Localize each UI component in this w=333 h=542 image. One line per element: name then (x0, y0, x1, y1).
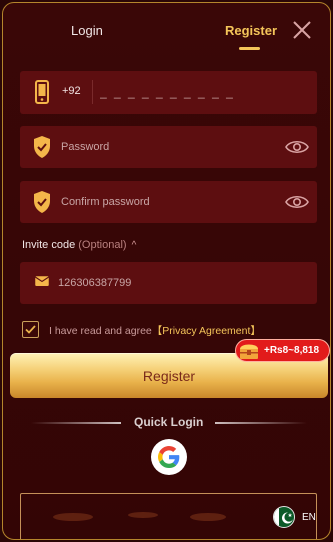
decorative-pattern (53, 512, 226, 521)
invite-code-input[interactable] (58, 270, 268, 296)
invite-label-text: Invite code (22, 239, 76, 251)
treasure-chest-icon (240, 344, 258, 359)
agreement-label: I have read and agree (49, 325, 152, 337)
shield-check-icon (34, 191, 50, 213)
pakistan-flag-icon (273, 506, 295, 528)
confirm-password-input[interactable] (61, 189, 271, 215)
divider-left (31, 422, 121, 424)
quick-login-label: Quick Login (134, 415, 204, 429)
invite-optional-text: (Optional) (78, 239, 127, 251)
envelope-icon (34, 276, 50, 286)
register-panel: Login Register +92 _ _ _ _ _ _ _ _ _ _ I… (2, 2, 331, 540)
confirm-password-field[interactable] (20, 181, 317, 223)
password-input[interactable] (61, 134, 271, 160)
reward-text: +Rs8~8,818 (264, 345, 320, 356)
eye-icon[interactable] (285, 193, 309, 211)
shield-check-icon (34, 136, 50, 158)
active-tab-indicator (239, 47, 260, 50)
phone-icon (35, 80, 49, 104)
eye-icon[interactable] (285, 138, 309, 156)
google-icon (158, 446, 180, 468)
country-code[interactable]: +92 (62, 85, 81, 97)
agreement-text: I have read and agree【Privacy Agreement】 (49, 323, 261, 338)
invite-code-field[interactable] (20, 262, 317, 304)
chevron-up-icon[interactable]: ^ (132, 240, 137, 251)
password-field[interactable] (20, 126, 317, 168)
invite-code-label[interactable]: Invite code (Optional) ^ (22, 239, 136, 251)
reward-badge: +Rs8~8,818 (235, 339, 330, 362)
phone-field[interactable]: +92 (20, 71, 317, 114)
divider-right (215, 422, 307, 424)
language-code: EN (302, 512, 316, 523)
language-selector[interactable]: EN (273, 506, 321, 530)
tab-login[interactable]: Login (71, 23, 103, 38)
privacy-agreement-link[interactable]: 【Privacy Agreement】 (152, 325, 261, 337)
field-divider (92, 80, 93, 104)
close-icon[interactable] (291, 19, 313, 41)
google-login-button[interactable] (151, 439, 187, 475)
agreement-checkbox[interactable] (22, 321, 39, 338)
checkmark-icon (25, 325, 36, 334)
phone-input[interactable] (100, 79, 300, 105)
tab-register[interactable]: Register (225, 23, 277, 38)
auth-tabs: Login Register (3, 3, 330, 55)
